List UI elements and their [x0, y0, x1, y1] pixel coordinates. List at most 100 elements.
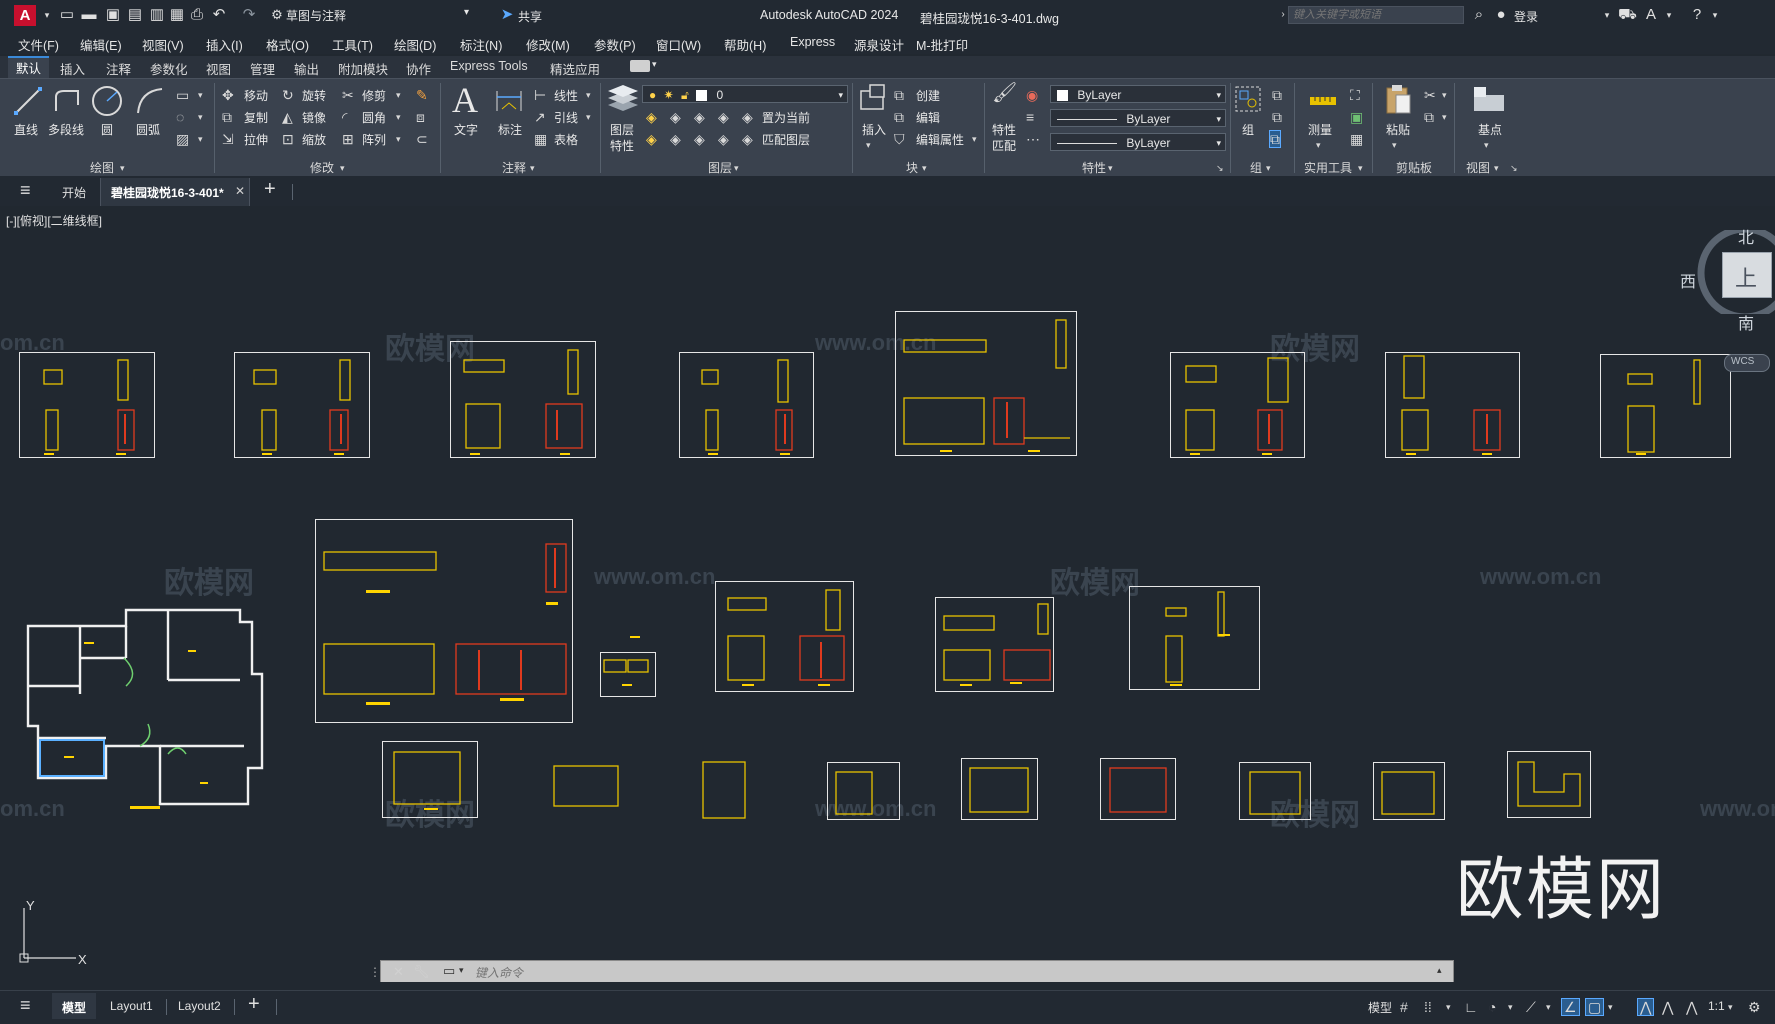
insert-block-icon[interactable]: [858, 83, 888, 113]
layer-off-icon[interactable]: ◈: [646, 109, 657, 125]
chevron-down-icon[interactable]: ▾: [1706, 6, 1724, 24]
paste-button[interactable]: 粘贴: [1386, 121, 1410, 138]
object-tracking-icon[interactable]: ∠: [1561, 998, 1580, 1016]
clipboard-panel-title[interactable]: 剪贴板: [1396, 159, 1432, 176]
layer-lock-icon[interactable]: ◈: [718, 109, 729, 125]
tab-start[interactable]: 开始: [62, 184, 86, 201]
chevron-down-icon[interactable]: ▾: [586, 109, 591, 125]
chevron-down-icon[interactable]: ▾: [120, 160, 125, 176]
quick-select-icon[interactable]: ⛶: [1350, 87, 1360, 103]
polyline-icon[interactable]: [52, 87, 82, 115]
fillet-button[interactable]: 圆角: [362, 109, 386, 126]
print-icon[interactable]: ⎙: [188, 6, 206, 24]
annotation-panel-title[interactable]: 注释: [502, 159, 526, 176]
layer-freeze-icon[interactable]: ◈: [694, 109, 705, 125]
linetype-icon[interactable]: ⋯: [1026, 131, 1040, 147]
chevron-down-icon[interactable]: ▾: [586, 87, 591, 103]
menu-help[interactable]: 帮助(H): [724, 35, 766, 54]
copy-button[interactable]: 复制: [244, 109, 268, 126]
menu-dimension[interactable]: 标注(N): [460, 35, 502, 54]
tab-insert[interactable]: 插入: [60, 59, 85, 78]
menu-format[interactable]: 格式(O): [266, 35, 309, 54]
layers-panel-title[interactable]: 图层: [708, 159, 732, 176]
compass-north[interactable]: 北: [1738, 224, 1754, 248]
color-wheel-icon[interactable]: ◉: [1026, 87, 1038, 103]
paste-icon[interactable]: [1384, 83, 1412, 115]
ribbon-minimize-icon[interactable]: [630, 60, 650, 72]
chevron-down-icon[interactable]: ▾: [1546, 999, 1551, 1015]
menu-draw[interactable]: 绘图(D): [394, 35, 436, 54]
help-icon[interactable]: ?: [1688, 6, 1706, 24]
tab-parametric[interactable]: 参数化: [150, 59, 188, 78]
tab-output[interactable]: 输出: [294, 59, 319, 78]
make-current-button[interactable]: 置为当前: [762, 109, 810, 126]
login-button[interactable]: 登录: [1514, 8, 1538, 25]
command-input[interactable]: [473, 963, 1417, 982]
scale-button[interactable]: 缩放: [302, 131, 326, 148]
match-properties-icon[interactable]: 🖌︎: [992, 83, 1017, 103]
compass-south[interactable]: 南: [1738, 310, 1754, 334]
customize-wrench-icon[interactable]: 🔧︎: [413, 964, 430, 980]
match-layer-button[interactable]: 匹配图层: [762, 131, 810, 148]
close-icon[interactable]: ✕: [235, 184, 245, 198]
tab-express-tools[interactable]: Express Tools: [450, 59, 528, 73]
tab-layout1[interactable]: Layout1: [110, 999, 153, 1013]
export-icon[interactable]: ▥: [148, 6, 166, 24]
linetype-dropdown[interactable]: ByLayer ▾: [1050, 109, 1226, 127]
command-line-bar[interactable]: ⋮ ▭ ▾ ▴: [369, 960, 1454, 982]
trim-icon[interactable]: ✂: [342, 87, 354, 103]
panel-launcher-icon[interactable]: ↘: [1510, 160, 1518, 176]
leader-button[interactable]: 引线: [554, 109, 578, 126]
auto-scale-icon[interactable]: ⋀: [1662, 999, 1673, 1015]
layer-color-swatch[interactable]: [696, 90, 708, 102]
groups-panel-title[interactable]: 组: [1250, 159, 1262, 176]
panel-launcher-icon[interactable]: ↘: [1216, 160, 1224, 176]
object-snap-icon[interactable]: ▢: [1584, 998, 1605, 1016]
chevron-down-icon[interactable]: ▾: [459, 965, 464, 976]
sun-icon[interactable]: ✷: [664, 88, 674, 102]
polar-icon[interactable]: ◔: [1488, 999, 1496, 1015]
chevron-down-icon[interactable]: ▾: [1508, 999, 1513, 1015]
lightbulb-icon[interactable]: ●: [649, 88, 656, 102]
chevron-down-icon[interactable]: ▾: [396, 87, 401, 103]
isodraft-icon[interactable]: ⟋: [1526, 999, 1536, 1015]
command-history-icon[interactable]: ▭: [443, 963, 455, 979]
menu-parametric[interactable]: 参数(P): [594, 35, 636, 54]
chevron-down-icon[interactable]: ▾: [922, 160, 927, 176]
mirror-icon[interactable]: ◭: [282, 109, 293, 125]
tab-featured-apps[interactable]: 精选应用: [550, 59, 600, 78]
trim-button[interactable]: 修剪: [362, 87, 386, 104]
chevron-down-icon[interactable]: ▾: [1266, 160, 1271, 176]
tab-layout2[interactable]: Layout2: [178, 999, 221, 1013]
calculator-icon[interactable]: ▦: [1350, 131, 1363, 147]
erase-icon[interactable]: ✎: [416, 87, 428, 103]
user-icon[interactable]: ●: [1492, 6, 1510, 24]
ungroup-icon[interactable]: ⧉: [1272, 87, 1282, 103]
layer-properties-button-line2[interactable]: 特性: [610, 137, 634, 154]
stretch-button[interactable]: 拉伸: [244, 131, 268, 148]
wcs-button[interactable]: WCS: [1724, 354, 1770, 372]
undo-icon[interactable]: ↶: [210, 6, 228, 24]
match-properties-button[interactable]: 特性: [992, 121, 1016, 138]
base-point-button[interactable]: 基点: [1478, 121, 1502, 138]
fillet-icon[interactable]: ◜: [342, 109, 347, 125]
cut-icon[interactable]: ✂: [1424, 87, 1436, 103]
viewcube-top-face[interactable]: 上: [1722, 252, 1772, 298]
linear-button[interactable]: 线性: [554, 87, 578, 104]
group-button[interactable]: 组: [1242, 121, 1254, 138]
compass-west[interactable]: 西: [1680, 268, 1696, 292]
array-icon[interactable]: ⊞: [342, 131, 354, 147]
move-icon[interactable]: ✥: [222, 87, 234, 103]
region-icon[interactable]: ▨: [176, 131, 189, 147]
draw-panel-title[interactable]: 绘图: [90, 159, 114, 176]
table-icon[interactable]: ▦: [534, 131, 547, 147]
rotate-button[interactable]: 旋转: [302, 87, 326, 104]
layer-properties-button[interactable]: 图层: [610, 121, 634, 138]
chevron-down-icon[interactable]: ▾: [1446, 999, 1451, 1015]
cart-icon[interactable]: ⛟: [1618, 6, 1637, 24]
tab-view[interactable]: 视图: [206, 59, 231, 78]
share-button[interactable]: 共享: [518, 8, 542, 25]
chevron-down-icon[interactable]: ▾: [198, 131, 203, 147]
drawing-canvas[interactable]: [-][俯视][二维线框] om.cn 欧模网 www.om.cn 欧模网 欧模…: [0, 206, 1775, 982]
settings-gear-icon[interactable]: ⚙: [1748, 999, 1761, 1015]
